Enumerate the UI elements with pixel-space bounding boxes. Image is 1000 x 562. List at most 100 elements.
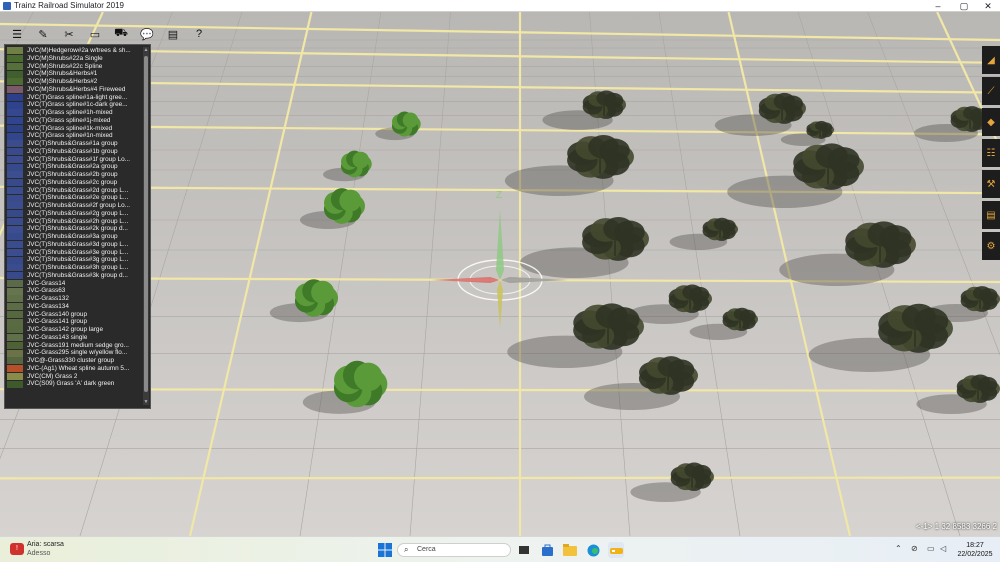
asset-list-item[interactable]: JVC(T)Grass spline#1k-mixed [5,125,144,133]
asset-list-item[interactable]: JVC(T)Shrubs&Grass#3d group L... [5,241,144,249]
asset-list-item[interactable]: JVC(T)Grass spline#1a-light gree... [5,94,144,102]
asset-thumbnail [7,295,23,303]
chat-icon[interactable]: 💬 [134,26,160,42]
network-off-icon[interactable]: ⊘ [911,544,918,553]
asset-thumbnail [7,287,23,295]
asset-name: JVC(M)Shrubs#22c Spline [27,62,103,70]
scroll-down-icon[interactable]: ▼ [143,399,149,405]
help-icon[interactable]: ? [186,26,212,42]
monitor-icon[interactable]: ▭ [82,26,108,42]
asset-list-item[interactable]: JVC(M)Shrubs&Herbs#1 [5,70,144,78]
asset-list-item[interactable]: JVC-Grass14 [5,280,144,288]
asset-list-item[interactable]: JVC-Grass141 group [5,318,144,326]
display-icon[interactable]: ▭ [927,544,935,553]
asset-list-item[interactable]: JVC-Grass295 single w/yellow flo... [5,349,144,357]
3d-viewport[interactable]: Z ☰ ✎ ✂ ▭ ⛟ 💬 ▤? JVC(M)Hedgerow#2a w/trees & s… [0,12,1000,536]
ladder-icon[interactable]: ☷ [982,139,1000,167]
asset-name: JVC-Grass142 group large [27,326,104,333]
asset-list-item[interactable]: JVC-Grass134 [5,303,144,311]
asset-list-item[interactable]: JVC(M)Shrubs#22c Spline [5,63,144,71]
asset-thumbnail [7,380,23,388]
close-icon[interactable]: ✕ [974,0,1000,12]
scroll-up-icon[interactable]: ▲ [143,47,149,53]
volume-icon[interactable]: ◁ [940,544,946,553]
asset-name: JVC-Grass143 single [27,333,88,341]
asset-list-item[interactable]: JVC(T)Grass spline#1j-mixed [5,117,144,125]
menu-icon[interactable]: ☰ [4,26,30,42]
asset-name: JVC(T)Shrubs&Grass#2g group L... [27,209,129,217]
asset-list-item[interactable]: JVC(T)Shrubs&Grass#2b group [5,171,144,179]
asset-list-item[interactable]: JVC(T)Grass spline#1n-mixed [5,132,144,140]
asset-list-item[interactable]: JVC(M)Hedgerow#2a w/trees & sh... [5,47,144,55]
gear-icon[interactable]: ⚙ [982,232,1000,260]
asset-name: JVC(T)Shrubs&Grass#3h group L... [27,264,129,271]
asset-list-item[interactable]: JVC(T)Shrubs&Grass#2h group L... [5,218,144,226]
window-icon[interactable]: ▤ [160,26,186,42]
edge-browser-icon[interactable] [585,542,601,558]
asset-thumbnail [7,78,23,86]
asset-list-item[interactable]: JVC-Grass140 group [5,311,144,319]
asset-list-item[interactable]: JVC(T)Shrubs&Grass#2a group [5,163,144,171]
minimize-icon[interactable]: – [924,0,952,12]
asset-thumbnail [7,279,23,287]
asset-list-item[interactable]: JVC(T)Shrubs&Grass#2f group Lo... [5,202,144,210]
asset-list-item[interactable]: JVC(T)Shrubs&Grass#1b group [5,148,144,156]
terrain-paint-icon[interactable]: ◢ [982,46,1000,74]
trainz-app-icon[interactable] [608,542,624,558]
weather-title: Aria: scarsa [27,541,64,548]
asset-list-item[interactable]: JVC(S09) Grass 'A' dark green [5,380,144,388]
asset-name: JVC(M)Shrubs&Herbs#4 Fireweed [27,85,126,93]
wrench-icon[interactable]: ⚒ [982,170,1000,198]
asset-list-item[interactable]: JVC(M)Shrubs#22a Single [5,55,144,63]
asset-name: JVC(T)Grass spline#1k-mixed [27,124,113,132]
object-icon[interactable]: ◆ [982,108,1000,136]
asset-list-item[interactable]: JVC(T)Grass spline#1c-dark gree... [5,101,144,109]
store-icon[interactable] [539,542,555,558]
asset-name: JVC(M)Hedgerow#2a w/trees & sh... [27,47,131,54]
asset-list-item[interactable]: JVC(T)Shrubs&Grass#3e group L... [5,249,144,257]
asset-list-item[interactable]: JVC(T)Shrubs&Grass#3a group [5,233,144,241]
asset-list-item[interactable]: JVC(T)Shrubs&Grass#1a group [5,140,144,148]
asset-list-item[interactable]: JVC(T)Shrubs&Grass#3g group L... [5,256,144,264]
asset-list-item[interactable]: JVC(T)Shrubs&Grass#3k group d... [5,272,144,280]
track-icon[interactable]: ⟋ [982,77,1000,105]
asset-list-item[interactable]: JVC(M)Shrubs&Herbs#4 Fireweed [5,86,144,94]
asset-list-item[interactable]: JVC@-Grass330 cluster group [5,357,144,365]
asset-list-item[interactable]: JVC(CM) Grass 2 [5,373,144,381]
asset-list-item[interactable]: JVC(T)Shrubs&Grass#2d group L... [5,187,144,195]
weather-widget[interactable]: ! Aria: scarsa Adesso [10,541,130,559]
chevron-up-icon[interactable]: ⌃ [895,544,902,553]
file-explorer-icon[interactable] [562,542,578,558]
asset-list-item[interactable]: JVC-(Ag1) Wheat spline autumn 5... [5,365,144,373]
taskbar-search-box[interactable]: ⌕ Cerca [397,543,511,557]
asset-list-item[interactable]: JVC(T)Shrubs&Grass#2k group d... [5,225,144,233]
asset-list-item[interactable]: JVC-Grass63 [5,287,144,295]
asset-list-item[interactable]: JVC(T)Shrubs&Grass#3h group L... [5,264,144,272]
asset-list-item[interactable]: JVC(T)Shrubs&Grass#2c group [5,179,144,187]
paint-brush-icon[interactable]: ✎ [30,26,56,42]
taskbar-clock[interactable]: 18:27 22/02/2025 [955,541,995,559]
layers-icon[interactable]: ▤ [982,201,1000,229]
asset-list-item[interactable]: JVC(M)Shrubs&Herbs#2 [5,78,144,86]
task-view-icon[interactable] [516,542,532,558]
windows-start-icon[interactable] [377,542,393,558]
asset-list-item[interactable]: JVC(T)Grass spline#1h-mixed [5,109,144,117]
asset-thumbnail [7,248,23,256]
asset-list-item[interactable]: JVC-Grass191 medium sedge gro... [5,342,144,350]
scroll-thumb[interactable] [144,56,148,392]
train-icon[interactable]: ⛟ [108,26,134,42]
asset-thumbnail [7,171,23,179]
app-icon [3,2,11,10]
asset-name: JVC(T)Shrubs&Grass#1f group Lo... [27,155,131,163]
asset-list-item[interactable]: JVC-Grass142 group large [5,326,144,334]
asset-list-item[interactable]: JVC(T)Shrubs&Grass#1f group Lo... [5,156,144,164]
asset-list-item[interactable]: JVC-Grass132 [5,295,144,303]
asset-name: JVC(T)Shrubs&Grass#2e group L... [27,194,129,202]
asset-list-item[interactable]: JVC(T)Shrubs&Grass#2e group L... [5,194,144,202]
tools-icon[interactable]: ✂ [56,26,82,42]
asset-list-scrollbar[interactable]: ▲ ▼ [143,47,149,405]
asset-name: JVC-Grass295 single w/yellow flo... [27,349,128,357]
asset-list-item[interactable]: JVC(T)Shrubs&Grass#2g group L... [5,210,144,218]
asset-list-item[interactable]: JVC-Grass143 single [5,334,144,342]
asset-name: JVC-Grass191 medium sedge gro... [27,341,129,349]
